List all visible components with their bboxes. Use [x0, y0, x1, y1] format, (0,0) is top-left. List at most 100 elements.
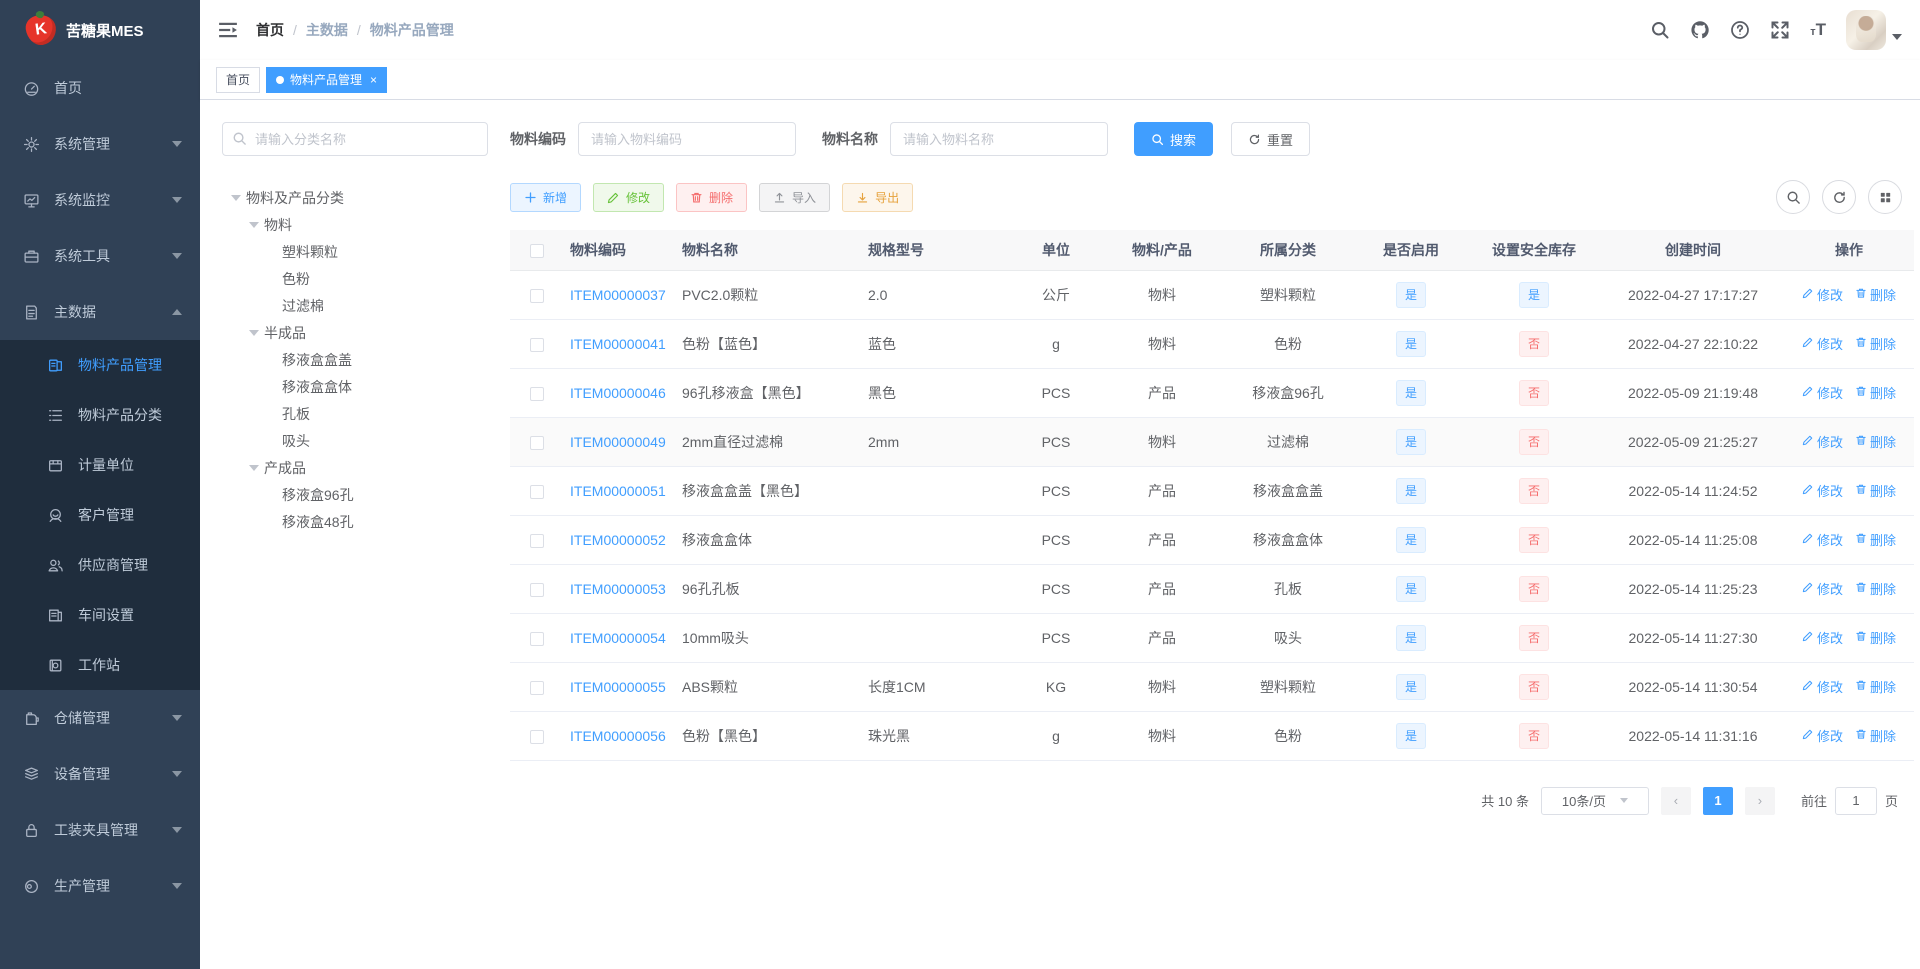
tree-node[interactable]: 过滤棉	[222, 292, 488, 319]
edit-button[interactable]: 修改	[593, 182, 665, 212]
tree-node[interactable]: 移液盒盒盖	[222, 346, 488, 373]
tree-expand-icon[interactable]	[244, 329, 264, 336]
tree-node[interactable]: 半成品	[222, 319, 488, 346]
tree-expand-icon[interactable]	[226, 194, 246, 201]
row-delete-button[interactable]: 删除	[1855, 383, 1896, 402]
material-code-link[interactable]: ITEM00000051	[570, 483, 666, 499]
material-code-link[interactable]: ITEM00000056	[570, 728, 666, 744]
sidebar-item-fixture-mgmt[interactable]: 工装夹具管理	[0, 802, 200, 858]
sidebar-item-system-tools[interactable]: 系统工具	[0, 228, 200, 284]
row-checkbox[interactable]	[530, 337, 544, 352]
row-checkbox[interactable]	[530, 435, 544, 450]
row-edit-button[interactable]: 修改	[1802, 334, 1843, 353]
help-icon[interactable]	[1730, 20, 1750, 40]
row-edit-button[interactable]: 修改	[1802, 579, 1843, 598]
goto-page-input[interactable]	[1834, 786, 1877, 815]
tree-node[interactable]: 孔板	[222, 400, 488, 427]
sidebar-item-home[interactable]: 首页	[0, 60, 200, 116]
github-icon[interactable]	[1690, 20, 1710, 40]
user-menu[interactable]	[1846, 10, 1902, 50]
material-code-link[interactable]: ITEM00000041	[570, 336, 666, 352]
tree-node[interactable]: 吸头	[222, 427, 488, 454]
row-checkbox[interactable]	[530, 288, 544, 303]
material-code-link[interactable]: ITEM00000053	[570, 581, 666, 597]
tree-expand-icon[interactable]	[244, 221, 264, 228]
material-code-link[interactable]: ITEM00000046	[570, 385, 666, 401]
fullscreen-icon[interactable]	[1770, 20, 1790, 40]
sidebar-item-system-monitor[interactable]: 系统监控	[0, 172, 200, 228]
material-name-input[interactable]	[890, 122, 1108, 156]
row-delete-button[interactable]: 删除	[1855, 530, 1896, 549]
tree-node[interactable]: 色粉	[222, 265, 488, 292]
row-edit-button[interactable]: 修改	[1802, 628, 1843, 647]
row-checkbox[interactable]	[530, 533, 544, 548]
sidebar-item-material-product-mgmt[interactable]: 物料产品管理	[0, 340, 200, 390]
sidebar-item-supplier-mgmt[interactable]: 供应商管理	[0, 540, 200, 590]
tree-node[interactable]: 产成品	[222, 454, 488, 481]
row-delete-button[interactable]: 删除	[1855, 481, 1896, 500]
search-icon[interactable]	[1650, 20, 1670, 40]
reset-button[interactable]: 重置	[1231, 122, 1311, 156]
sidebar-item-warehouse-mgmt[interactable]: 仓储管理	[0, 690, 200, 746]
material-code-link[interactable]: ITEM00000055	[570, 679, 666, 695]
row-delete-button[interactable]: 删除	[1855, 726, 1896, 745]
column-settings-button[interactable]	[1868, 180, 1902, 214]
row-edit-button[interactable]: 修改	[1802, 481, 1843, 500]
sidebar-item-master-data[interactable]: 主数据	[0, 284, 200, 340]
hamburger-icon[interactable]	[218, 19, 240, 41]
row-checkbox[interactable]	[530, 484, 544, 499]
search-button[interactable]: 搜索	[1134, 122, 1214, 156]
row-delete-button[interactable]: 删除	[1855, 285, 1896, 304]
tab-首页[interactable]: 首页	[216, 66, 261, 93]
row-checkbox[interactable]	[530, 582, 544, 597]
row-delete-button[interactable]: 删除	[1855, 628, 1896, 647]
table-refresh-button[interactable]	[1822, 180, 1856, 214]
material-code-link[interactable]: ITEM00000049	[570, 434, 666, 450]
tree-search-input[interactable]	[222, 122, 488, 156]
sidebar-item-system-mgmt[interactable]: 系统管理	[0, 116, 200, 172]
sidebar-item-workstation[interactable]: 工作站	[0, 640, 200, 690]
page-1-button[interactable]: 1	[1702, 786, 1733, 815]
table-search-toggle-button[interactable]	[1776, 180, 1810, 214]
row-delete-button[interactable]: 删除	[1855, 334, 1896, 353]
sidebar-item-measure-unit[interactable]: 计量单位	[0, 440, 200, 490]
sidebar-item-equipment-mgmt[interactable]: 设备管理	[0, 746, 200, 802]
material-code-input[interactable]	[578, 122, 796, 156]
delete-button[interactable]: 删除	[676, 182, 748, 212]
sidebar-item-workshop-settings[interactable]: 车间设置	[0, 590, 200, 640]
sidebar-item-material-product-category[interactable]: 物料产品分类	[0, 390, 200, 440]
sidebar-item-production-mgmt[interactable]: 生产管理	[0, 858, 200, 914]
user-avatar[interactable]	[1846, 10, 1886, 50]
row-checkbox[interactable]	[530, 631, 544, 646]
tree-node[interactable]: 物料及产品分类	[222, 184, 488, 211]
select-all-checkbox[interactable]	[530, 243, 544, 258]
row-edit-button[interactable]: 修改	[1802, 726, 1843, 745]
row-checkbox[interactable]	[530, 729, 544, 744]
row-edit-button[interactable]: 修改	[1802, 530, 1843, 549]
row-delete-button[interactable]: 删除	[1855, 677, 1896, 696]
tree-node[interactable]: 塑料颗粒	[222, 238, 488, 265]
tab-物料产品管理[interactable]: 物料产品管理 ×	[266, 66, 388, 93]
row-checkbox[interactable]	[530, 386, 544, 401]
prev-page-button[interactable]: ‹	[1660, 786, 1691, 815]
material-code-link[interactable]: ITEM00000052	[570, 532, 666, 548]
tree-node[interactable]: 物料	[222, 211, 488, 238]
import-button[interactable]: 导入	[759, 182, 831, 212]
row-edit-button[interactable]: 修改	[1802, 285, 1843, 304]
next-page-button[interactable]: ›	[1744, 786, 1775, 815]
breadcrumb-item[interactable]: 首页	[256, 20, 284, 40]
tree-expand-icon[interactable]	[244, 464, 264, 471]
export-button[interactable]: 导出	[842, 182, 914, 212]
material-code-link[interactable]: ITEM00000037	[570, 287, 666, 303]
row-edit-button[interactable]: 修改	[1802, 677, 1843, 696]
material-code-link[interactable]: ITEM00000054	[570, 630, 666, 646]
row-delete-button[interactable]: 删除	[1855, 432, 1896, 451]
page-size-select[interactable]: 10条/页	[1540, 786, 1649, 815]
add-button[interactable]: 新增	[510, 182, 582, 212]
row-delete-button[interactable]: 删除	[1855, 579, 1896, 598]
sidebar-item-customer-mgmt[interactable]: 客户管理	[0, 490, 200, 540]
row-edit-button[interactable]: 修改	[1802, 383, 1843, 402]
row-edit-button[interactable]: 修改	[1802, 432, 1843, 451]
close-icon[interactable]: ×	[370, 74, 377, 86]
font-size-icon[interactable]: тT	[1810, 20, 1826, 40]
